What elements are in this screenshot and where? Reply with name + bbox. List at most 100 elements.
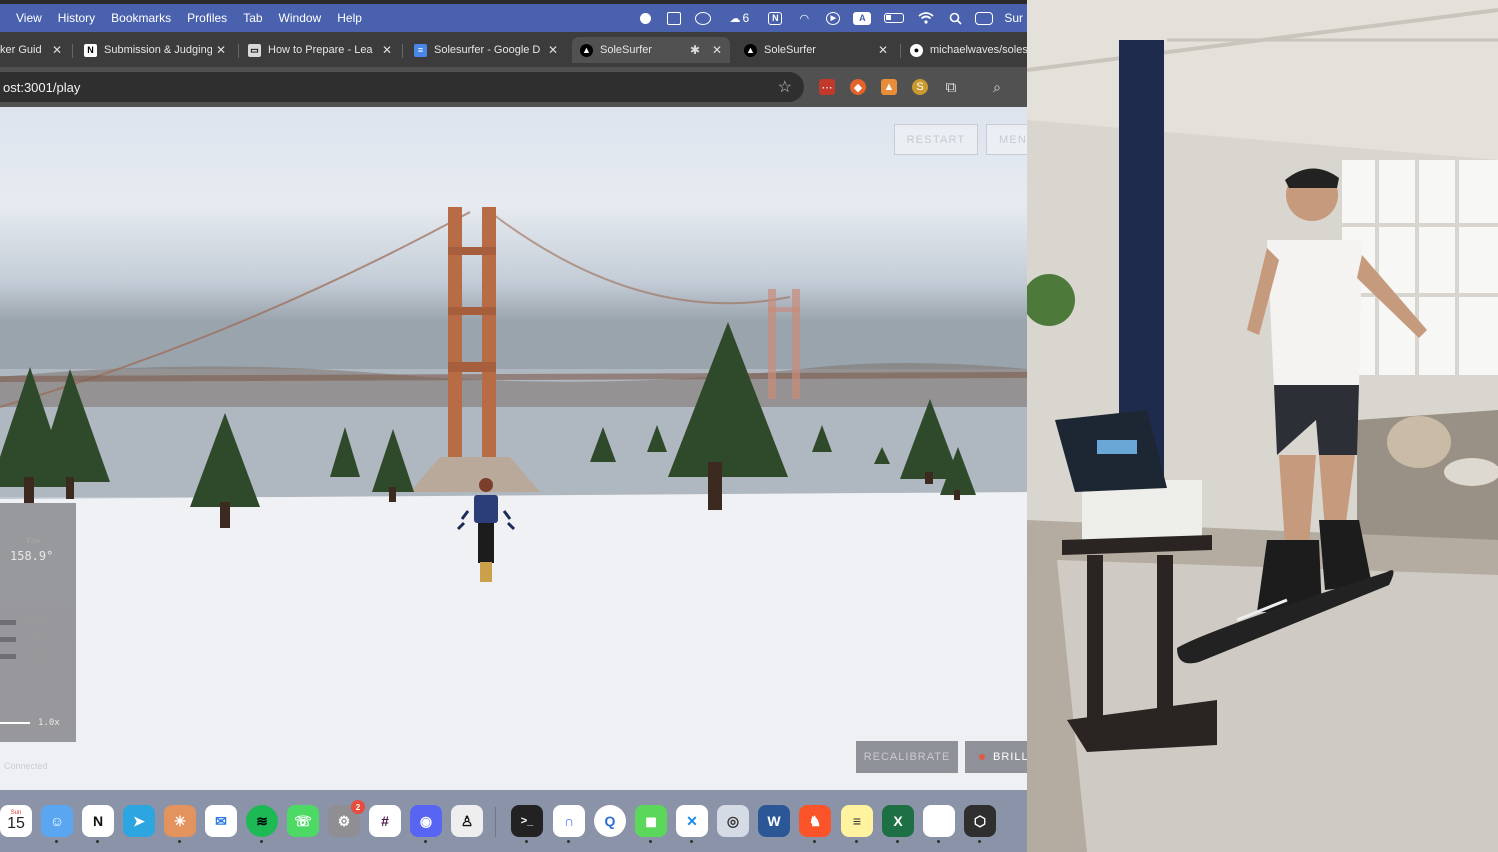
axis-z-row: -0.10 <box>0 652 46 661</box>
github-icon: ● <box>910 43 923 57</box>
mac-dock: Sun 15 ☺ N ➤ ✳ ✉ ≋ ☏ ⚙ 2 # ◉ ♙ >_ ∩ Q ◼ ✕… <box>0 790 1027 852</box>
slack-icon[interactable]: # <box>369 805 401 837</box>
menu-button[interactable]: MEN <box>986 124 1027 155</box>
triangle-icon: ▲ <box>580 43 593 57</box>
google-docs-icon: ≡ <box>414 43 427 57</box>
axis-x-value: -0.00 <box>22 618 47 627</box>
calendar-day: 15 <box>7 815 25 832</box>
telegram-icon[interactable]: ➤ <box>123 805 155 837</box>
yaw-label: Yaw <box>25 536 41 545</box>
yaw-value: 158.9° <box>10 549 54 563</box>
bluetooth-icon: ✱ <box>690 43 701 57</box>
tab-bar: ker Guid ✕ N Submission & Judging ✕ ▭ Ho… <box>0 32 1027 67</box>
tab-hacker-guide[interactable]: ker Guid ✕ <box>0 37 70 63</box>
brave-shield-icon[interactable]: ◆ <box>850 79 866 95</box>
tab-title: SoleSurfer <box>600 44 652 56</box>
control-center-icon[interactable] <box>975 11 994 25</box>
whatsapp-icon[interactable]: ☏ <box>287 805 319 837</box>
cube-icon[interactable] <box>665 11 683 25</box>
chat-icon[interactable] <box>694 11 712 25</box>
messages-icon[interactable]: ◼ <box>635 805 667 837</box>
calendar-icon[interactable]: Sun 15 <box>0 805 32 837</box>
word-icon[interactable]: W <box>758 805 790 837</box>
claude-icon[interactable]: ✳ <box>164 805 196 837</box>
close-icon[interactable]: ✕ <box>382 43 392 57</box>
mac-menu-bar: View History Bookmarks Profiles Tab Wind… <box>0 4 1027 32</box>
disk-utility-icon[interactable]: ◎ <box>717 805 749 837</box>
restart-button[interactable]: RESTART <box>894 124 978 155</box>
tab-submission[interactable]: N Submission & Judging ✕ <box>84 37 234 63</box>
metamask-icon[interactable]: ▲ <box>881 79 897 95</box>
menu-history[interactable]: History <box>58 11 95 25</box>
browser-screen: View History Bookmarks Profiles Tab Wind… <box>0 0 1027 852</box>
notion-icon[interactable]: N <box>766 11 784 25</box>
cloud-badge-icon[interactable]: ☁ 6 <box>723 11 755 25</box>
menu-tab[interactable]: Tab <box>243 11 262 25</box>
arc-icon[interactable]: ∩ <box>553 805 585 837</box>
notification-badge: 2 <box>351 800 365 814</box>
notes-icon[interactable]: ≡ <box>841 805 873 837</box>
blank-app-icon[interactable] <box>923 805 955 837</box>
brave-icon[interactable]: ♞ <box>799 805 831 837</box>
menu-window[interactable]: Window <box>279 11 322 25</box>
close-icon[interactable]: ✕ <box>878 43 888 57</box>
tab-title: Solesurfer - Google D <box>434 44 541 56</box>
mail-icon[interactable]: ✉ <box>205 805 237 837</box>
webcam-video <box>1027 0 1498 852</box>
quicktime-icon[interactable]: Q <box>594 805 626 837</box>
vscode-icon[interactable]: ✕ <box>676 805 708 837</box>
excel-icon[interactable]: X <box>882 805 914 837</box>
notion-icon[interactable]: N <box>82 805 114 837</box>
game-viewport[interactable]: RESTART MEN Yaw 158.9° -0.00 0.00 -0.10 … <box>0 107 1027 790</box>
battery-icon[interactable] <box>882 11 906 25</box>
tab-title: How to Prepare - Lea <box>268 44 373 56</box>
tab-how-to-prepare[interactable]: ▭ How to Prepare - Lea ✕ <box>248 37 396 63</box>
record-icon[interactable] <box>636 11 654 25</box>
menu-help[interactable]: Help <box>337 11 362 25</box>
play-icon[interactable]: ▶ <box>824 11 842 25</box>
cube-app-icon[interactable]: ⬡ <box>964 805 996 837</box>
system-settings-icon[interactable]: ⚙ 2 <box>328 800 365 837</box>
tab-title: SoleSurfer <box>764 44 816 56</box>
search-icon[interactable] <box>946 11 964 25</box>
close-icon[interactable]: ✕ <box>52 43 62 57</box>
notion-icon: N <box>84 43 97 57</box>
input-a-icon[interactable]: A <box>853 11 872 25</box>
discord-icon[interactable]: ◉ <box>410 805 442 837</box>
tab-solesurfer-active[interactable]: ▲ SoleSurfer ✱ ✕ <box>572 37 730 63</box>
close-icon[interactable]: ✕ <box>548 43 558 57</box>
tab-solesurfer-doc[interactable]: ≡ Solesurfer - Google D ✕ <box>414 37 564 63</box>
extension-s-icon[interactable]: S <box>912 79 928 95</box>
close-icon[interactable]: ✕ <box>712 43 722 57</box>
speed-value: 1.0x <box>38 718 60 728</box>
extension-dots-icon[interactable]: ⋯ <box>819 79 835 95</box>
axis-z-value: -0.10 <box>22 652 47 661</box>
url-text: ost:3001/play <box>3 79 81 95</box>
tab-github[interactable]: ● michaelwaves/soles <box>910 37 1027 63</box>
sidepanel-search-icon[interactable]: ⌕ <box>989 79 1005 95</box>
terminal-icon[interactable]: >_ <box>511 805 543 837</box>
menu-bookmarks[interactable]: Bookmarks <box>111 11 171 25</box>
tab-solesurfer[interactable]: ▲ SoleSurfer ✕ <box>744 37 894 63</box>
tab-title: ker Guid <box>0 44 42 56</box>
menu-view[interactable]: View <box>16 11 42 25</box>
wifi-icon[interactable] <box>917 11 935 25</box>
kindle-icon[interactable]: ♙ <box>451 805 483 837</box>
spotify-icon[interactable]: ≋ <box>246 805 278 837</box>
game-scene <box>0 107 1027 790</box>
folder-icon: ▭ <box>248 43 261 57</box>
brill-button[interactable]: BRILL <box>965 741 1027 773</box>
triangle-icon: ▲ <box>744 43 757 57</box>
axis-x-row: -0.00 <box>0 618 46 627</box>
menu-profiles[interactable]: Profiles <box>187 11 227 25</box>
bookmark-star-icon[interactable]: ☆ <box>778 77 792 97</box>
close-icon[interactable]: ✕ <box>216 43 226 57</box>
address-bar[interactable]: ost:3001/play ☆ <box>0 72 804 102</box>
extensions-puzzle-icon[interactable]: ⧉ <box>943 79 959 96</box>
wave-icon[interactable]: ◠ <box>795 11 813 25</box>
recalibrate-button[interactable]: RECALIBRATE <box>856 741 958 773</box>
speed-slider[interactable]: 1.0x <box>0 718 60 728</box>
axis-y-row: 0.00 <box>0 635 41 644</box>
webcam-scene <box>1027 0 1498 852</box>
finder-icon[interactable]: ☺ <box>41 805 73 837</box>
